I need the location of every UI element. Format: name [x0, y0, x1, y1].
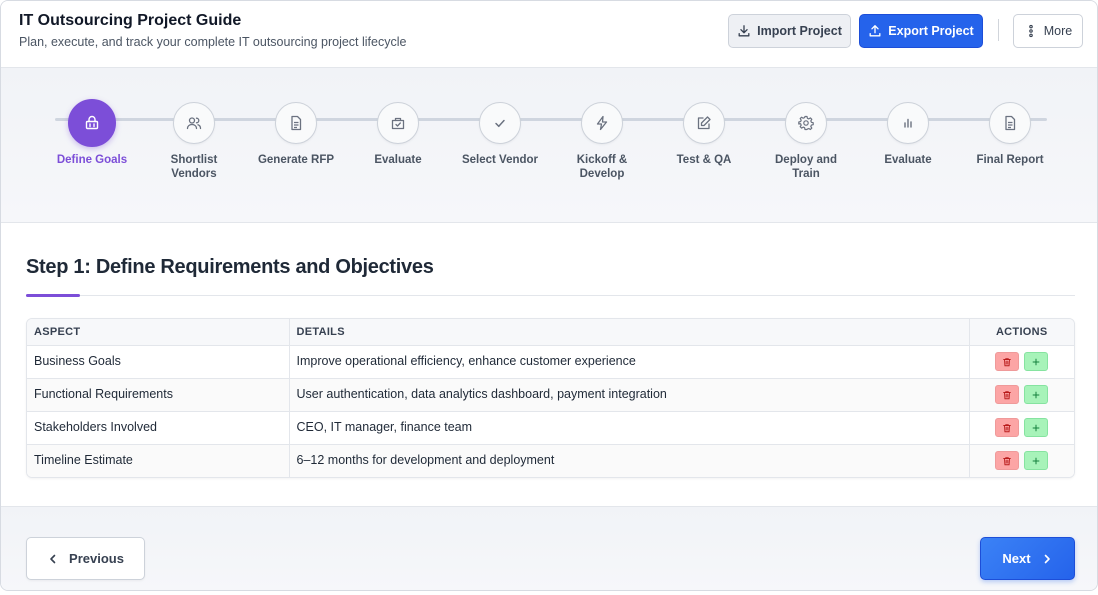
plus-icon [1033, 391, 1040, 398]
download-icon [737, 24, 751, 38]
trash-icon [1003, 357, 1011, 366]
delete-row-button[interactable] [995, 451, 1019, 471]
previous-button[interactable]: Previous [26, 537, 145, 580]
main-content: Step 1: Define Requirements and Objectiv… [1, 223, 1097, 506]
step-label: Shortlist Vendors [170, 154, 218, 180]
delete-row-button[interactable] [995, 385, 1019, 404]
step-label: Kickoff & Develop [576, 154, 628, 180]
add-row-button[interactable] [1024, 385, 1049, 404]
import-project-button[interactable]: Import Project [728, 14, 851, 48]
heading-divider [26, 295, 1075, 296]
cell-details: User authentication, data analytics dash… [288, 378, 969, 412]
cell-actions [968, 345, 1074, 379]
export-project-button[interactable]: Export Project [859, 14, 983, 48]
header: IT Outsourcing Project Guide Plan, execu… [1, 1, 1097, 68]
step-generate-rfp[interactable]: Generate RFP [246, 102, 346, 167]
step-evaluate[interactable]: Evaluate [348, 102, 448, 167]
column-header-details: DETAILS [288, 319, 969, 346]
step-deploy-and-train[interactable]: Deploy and Train [756, 102, 856, 181]
lightning-icon [581, 102, 623, 144]
step-label: Evaluate [374, 154, 422, 166]
header-divider [998, 19, 999, 41]
upload-icon [868, 24, 882, 38]
export-project-label: Export Project [888, 24, 974, 38]
document-icon [275, 102, 317, 144]
basket-icon [68, 99, 116, 147]
cell-actions [968, 411, 1074, 445]
more-label: More [1043, 24, 1073, 38]
step-label: Test & QA [676, 154, 732, 166]
trash-icon [1003, 390, 1011, 399]
step-label: Generate RFP [257, 154, 335, 166]
table-row: Stakeholders Involved CEO, IT manager, f… [27, 411, 1074, 445]
import-project-label: Import Project [757, 24, 842, 38]
cell-aspect: Stakeholders Involved [27, 411, 289, 445]
cell-details: CEO, IT manager, finance team [288, 411, 969, 445]
chevron-left-icon [47, 553, 59, 565]
add-row-button[interactable] [1024, 352, 1049, 371]
heading-accent-bar [26, 294, 80, 297]
step-label: Define Goals [56, 154, 128, 166]
more-button[interactable]: More [1013, 14, 1083, 48]
app-subtitle: Plan, execute, and track your complete I… [19, 35, 407, 49]
step-evaluate-final[interactable]: Evaluate [858, 102, 958, 167]
column-header-aspect: ASPECT [27, 319, 289, 346]
step-label: Select Vendor [461, 154, 539, 166]
step-test-qa[interactable]: Test & QA [654, 102, 754, 167]
app-title: IT Outsourcing Project Guide [19, 12, 242, 29]
cell-details: 6–12 months for development and deployme… [288, 444, 969, 477]
add-row-button[interactable] [1024, 451, 1049, 471]
cell-aspect: Functional Requirements [27, 378, 289, 412]
previous-label: Previous [69, 551, 124, 566]
next-button[interactable]: Next [980, 537, 1075, 580]
plus-icon [1033, 358, 1040, 365]
cell-actions [968, 378, 1074, 412]
table-row: Business Goals Improve operational effic… [27, 345, 1074, 379]
step-kickoff-develop[interactable]: Kickoff & Develop [552, 102, 652, 181]
column-header-actions: ACTIONS [968, 319, 1074, 346]
add-row-button[interactable] [1024, 418, 1049, 437]
edit-icon [683, 102, 725, 144]
step-define-goals[interactable]: Define Goals [42, 99, 142, 167]
app-window: IT Outsourcing Project Guide Plan, execu… [0, 0, 1098, 591]
step-label: Deploy and Train [775, 154, 837, 180]
step-label: Final Report [976, 154, 1044, 166]
cell-aspect: Timeline Estimate [27, 444, 289, 477]
users-icon [173, 102, 215, 144]
step-final-report[interactable]: Final Report [960, 102, 1060, 167]
table-row: Functional Requirements User authenticat… [27, 378, 1074, 412]
step-shortlist-vendors[interactable]: Shortlist Vendors [144, 102, 244, 181]
check-icon [479, 102, 521, 144]
clipboard-check-icon [377, 102, 419, 144]
cell-details: Improve operational efficiency, enhance … [288, 345, 969, 379]
footer-navigation: Previous Next [1, 506, 1097, 590]
table-header-row: ASPECT DETAILS ACTIONS [27, 319, 1074, 346]
step-select-vendor[interactable]: Select Vendor [450, 102, 550, 167]
trash-icon [1003, 423, 1011, 432]
step-label: Evaluate [884, 154, 932, 166]
report-icon [989, 102, 1031, 144]
delete-row-button[interactable] [995, 418, 1019, 437]
more-vertical-icon [1024, 24, 1038, 38]
plus-icon [1033, 424, 1040, 431]
trash-icon [1003, 456, 1011, 465]
gear-icon [785, 102, 827, 144]
next-label: Next [1002, 551, 1031, 566]
progress-stepper: Define Goals Shortlist Vendors Generate … [1, 68, 1097, 223]
requirements-table: ASPECT DETAILS ACTIONS Business Goals Im… [26, 318, 1075, 478]
step-title: Step 1: Define Requirements and Objectiv… [26, 256, 434, 278]
bar-chart-icon [887, 102, 929, 144]
table-row: Timeline Estimate 6–12 months for develo… [27, 444, 1074, 477]
delete-row-button[interactable] [995, 352, 1019, 371]
cell-actions [968, 444, 1074, 477]
cell-aspect: Business Goals [27, 345, 289, 379]
plus-icon [1033, 457, 1040, 465]
chevron-right-icon [1041, 553, 1053, 565]
